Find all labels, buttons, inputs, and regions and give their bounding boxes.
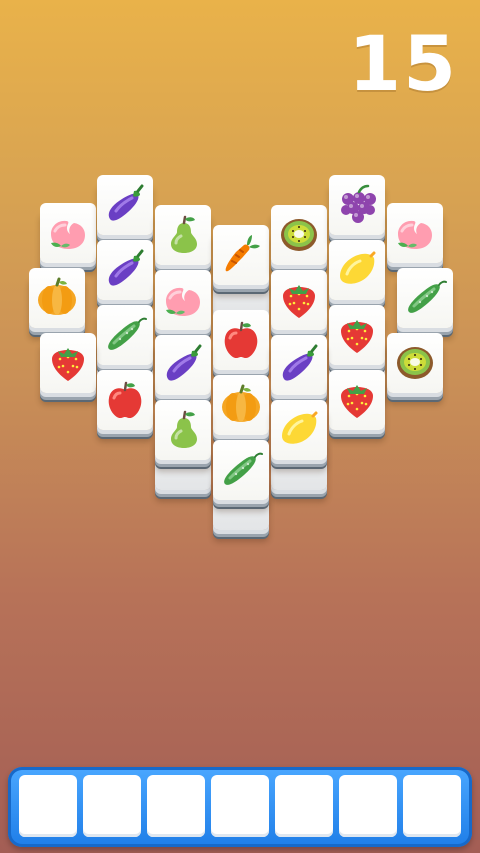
tile-eggplant[interactable] <box>97 175 153 235</box>
tray-slot <box>19 775 77 837</box>
tile-kiwi[interactable] <box>271 205 327 265</box>
tile-eggplant[interactable] <box>97 240 153 300</box>
tile-pear[interactable] <box>155 400 211 460</box>
tile-peach[interactable] <box>40 203 96 263</box>
tile-strawberry[interactable] <box>271 270 327 330</box>
tile-cucumber[interactable] <box>397 268 453 328</box>
tile-eggplant[interactable] <box>271 335 327 395</box>
tile-cucumber[interactable] <box>97 305 153 365</box>
tile-pear[interactable] <box>155 205 211 265</box>
tile-lemon[interactable] <box>271 400 327 460</box>
tile-board <box>0 0 480 853</box>
collection-tray <box>8 767 472 847</box>
tile-eggplant[interactable] <box>155 335 211 395</box>
tray-slot <box>211 775 269 837</box>
tile-kiwi[interactable] <box>387 333 443 393</box>
tile-apple[interactable] <box>213 310 269 370</box>
tile-strawberry[interactable] <box>40 333 96 393</box>
tile-carrot[interactable] <box>213 225 269 285</box>
tray-slot <box>83 775 141 837</box>
tile-strawberry[interactable] <box>329 370 385 430</box>
tile-lemon[interactable] <box>329 240 385 300</box>
tile-apple[interactable] <box>97 370 153 430</box>
tray-slot <box>339 775 397 837</box>
tile-pumpkin[interactable] <box>29 268 85 328</box>
tile-grapes[interactable] <box>329 175 385 235</box>
tray-slot <box>275 775 333 837</box>
tile-peach[interactable] <box>155 270 211 330</box>
tray-slot <box>403 775 461 837</box>
tile-cucumber[interactable] <box>213 440 269 500</box>
tray-slot <box>147 775 205 837</box>
tile-pumpkin[interactable] <box>213 375 269 435</box>
tile-peach[interactable] <box>387 203 443 263</box>
tile-strawberry[interactable] <box>329 305 385 365</box>
